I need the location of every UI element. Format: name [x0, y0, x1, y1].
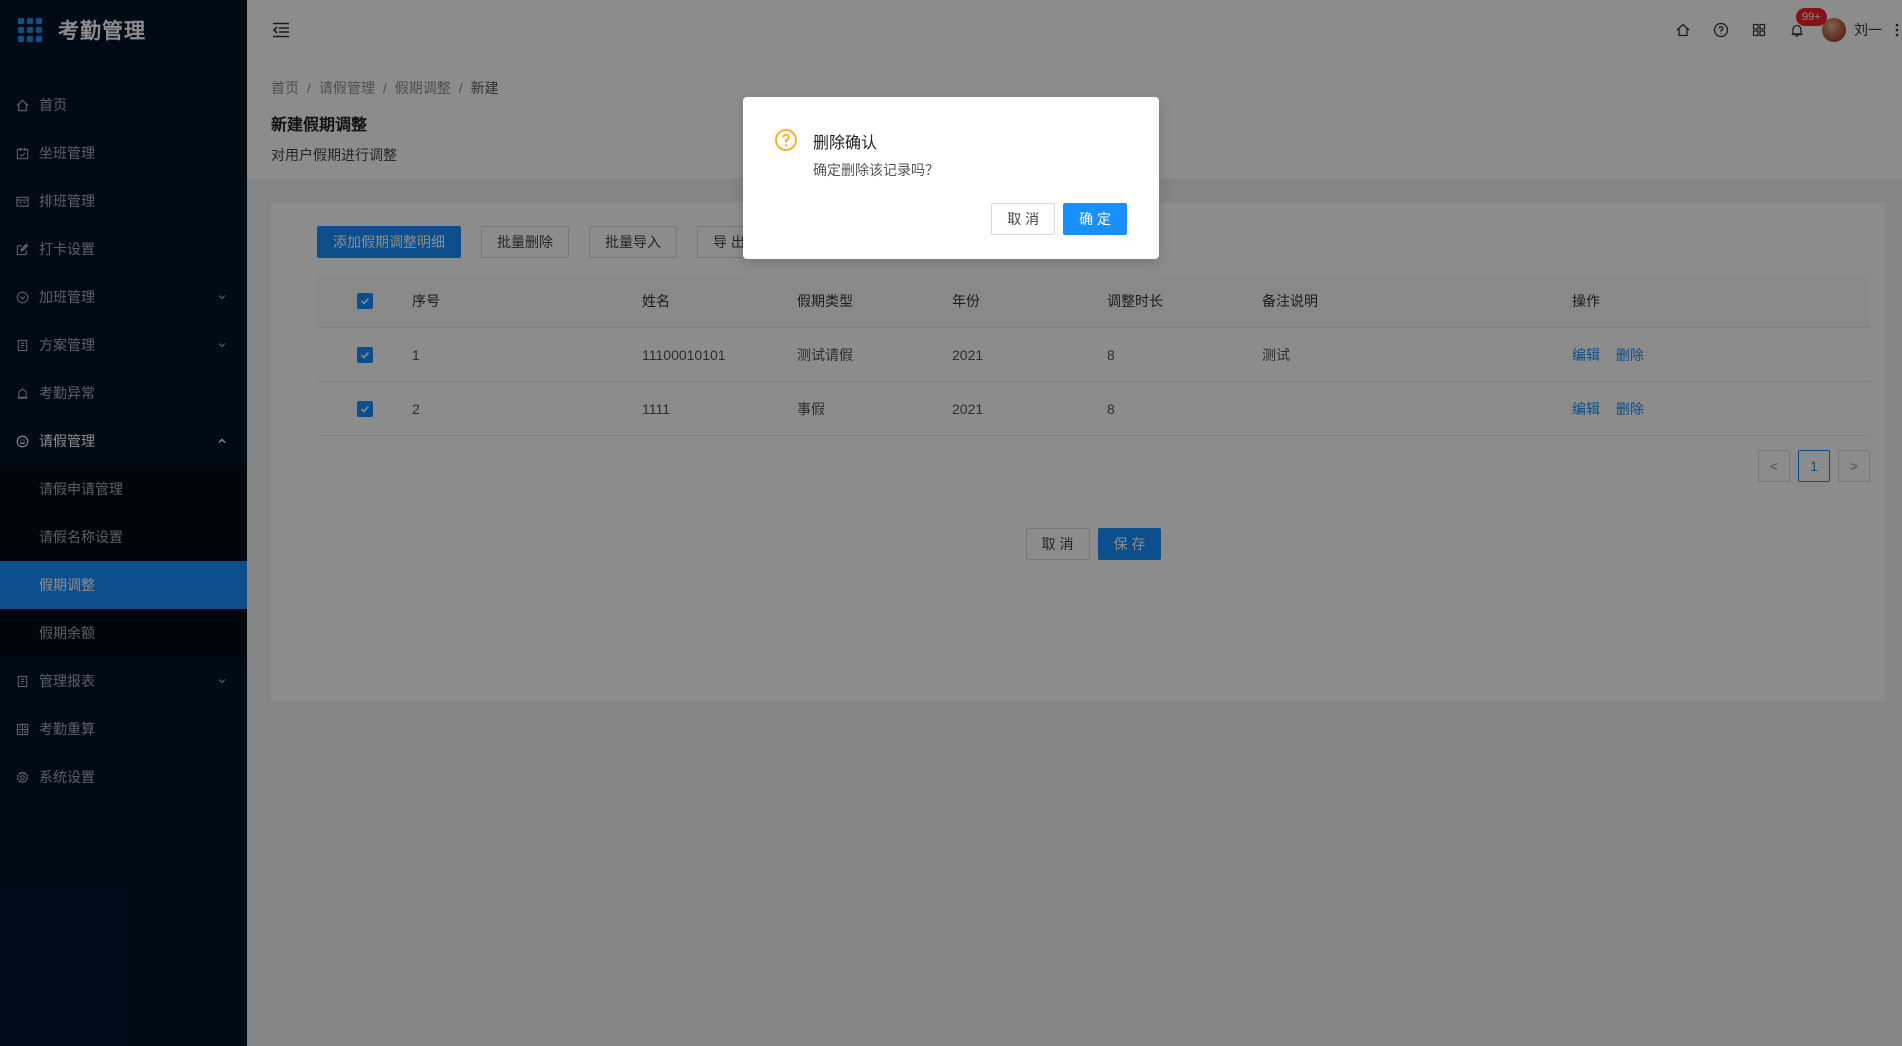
- modal-cancel-button[interactable]: 取 消: [991, 203, 1056, 235]
- modal-actions: 取 消 确 定: [983, 203, 1127, 235]
- modal-ok-button[interactable]: 确 定: [1063, 203, 1127, 235]
- delete-confirm-modal: 删除确认 确定删除该记录吗？ 取 消 确 定: [743, 97, 1159, 259]
- question-circle-icon: [775, 129, 797, 151]
- modal-content: 确定删除该记录吗？: [813, 162, 939, 178]
- modal-title: 删除确认: [813, 135, 878, 152]
